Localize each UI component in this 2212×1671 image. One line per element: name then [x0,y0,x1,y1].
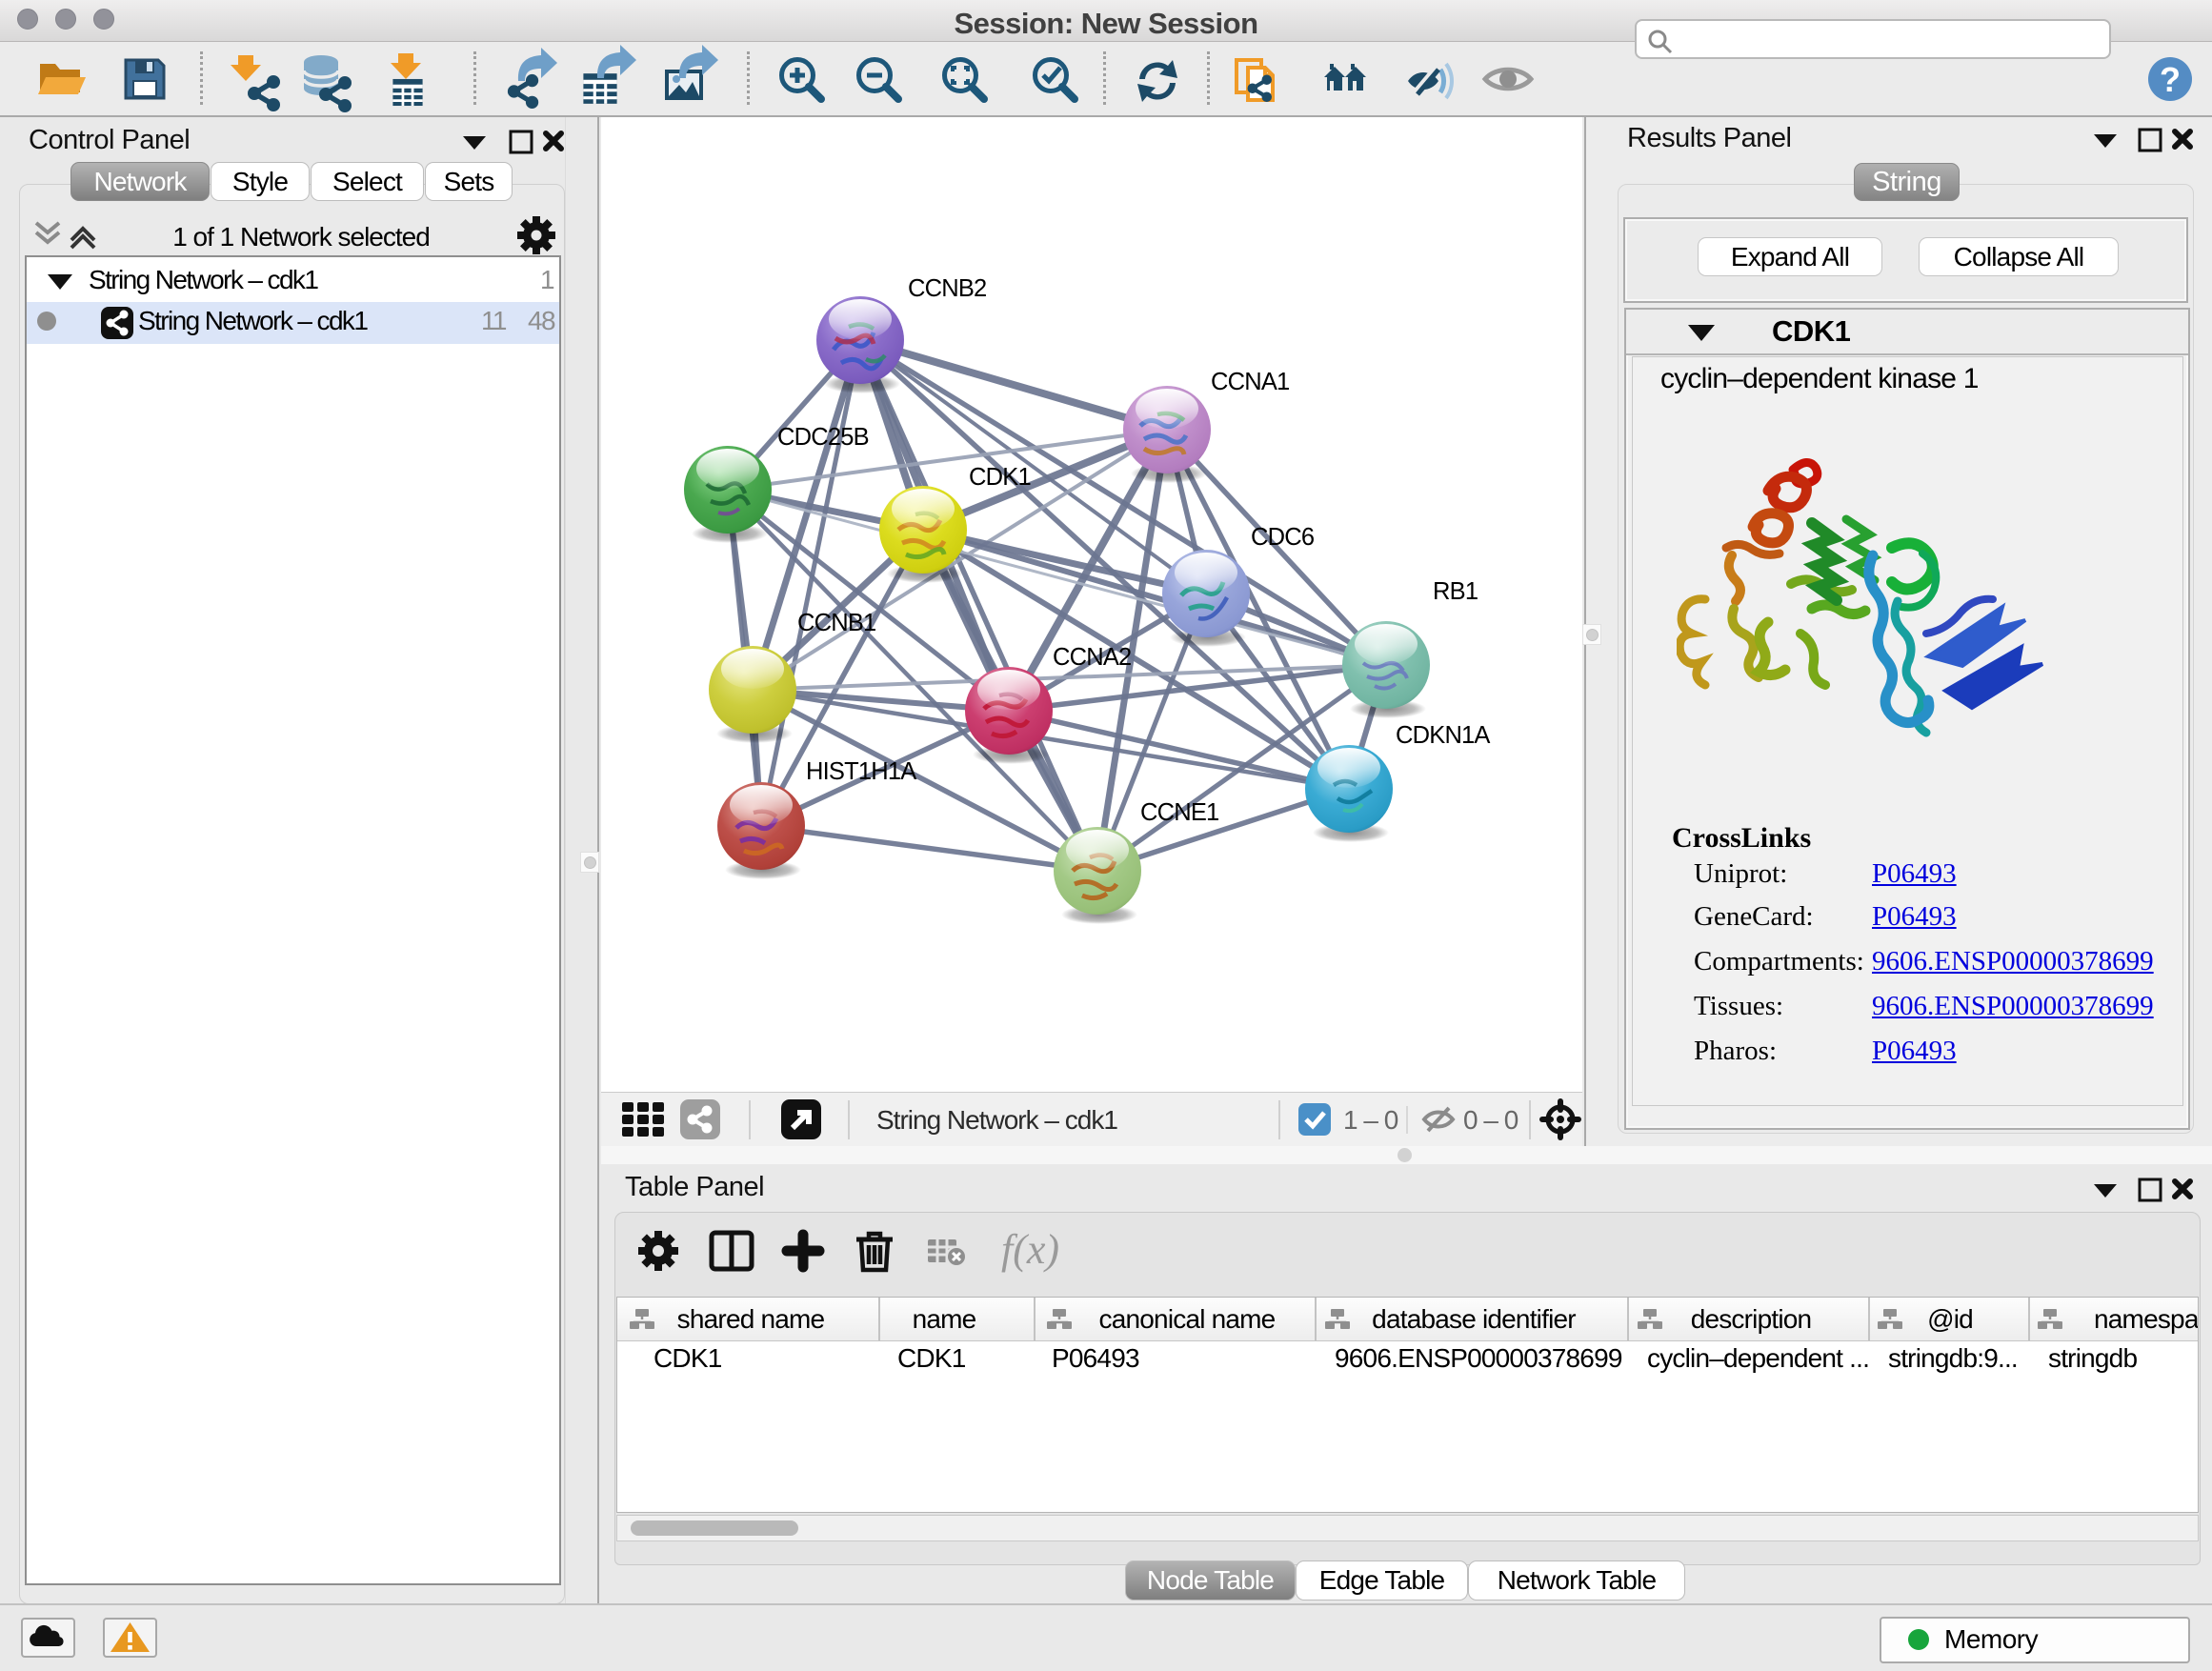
svg-text:1 – 0: 1 – 0 [1343,1105,1398,1135]
svg-text:CCNA2: CCNA2 [1053,644,1131,671]
svg-text:CCNA1: CCNA1 [1211,369,1289,395]
svg-text:HIST1H1A: HIST1H1A [806,758,916,785]
svg-text:?: ? [2160,60,2181,99]
svg-text:f(x): f(x) [1001,1226,1059,1273]
svg-text:shared name: shared name [677,1304,825,1334]
svg-text:String Network – cdk1: String Network – cdk1 [876,1105,1117,1135]
svg-text:RB1: RB1 [1433,578,1478,605]
svg-text:CCNE1: CCNE1 [1140,799,1218,826]
svg-text:CDC6: CDC6 [1251,524,1315,551]
svg-text:CDK1: CDK1 [969,464,1031,491]
svg-text:name: name [913,1304,976,1334]
svg-text:namespace: namespace [2094,1304,2198,1334]
svg-text:@id: @id [1927,1304,1973,1334]
svg-text:CDKN1A: CDKN1A [1396,722,1490,749]
svg-text:database identifier: database identifier [1372,1304,1576,1334]
svg-text:1 of 1 Network selected: 1 of 1 Network selected [172,222,430,252]
svg-text:CCNB1: CCNB1 [797,610,875,636]
svg-text:CDC25B: CDC25B [777,424,869,451]
svg-text:CCNB2: CCNB2 [908,275,986,302]
svg-text:canonical name: canonical name [1099,1304,1276,1334]
svg-text:description: description [1691,1304,1812,1334]
svg-text:0 – 0: 0 – 0 [1463,1105,1518,1135]
